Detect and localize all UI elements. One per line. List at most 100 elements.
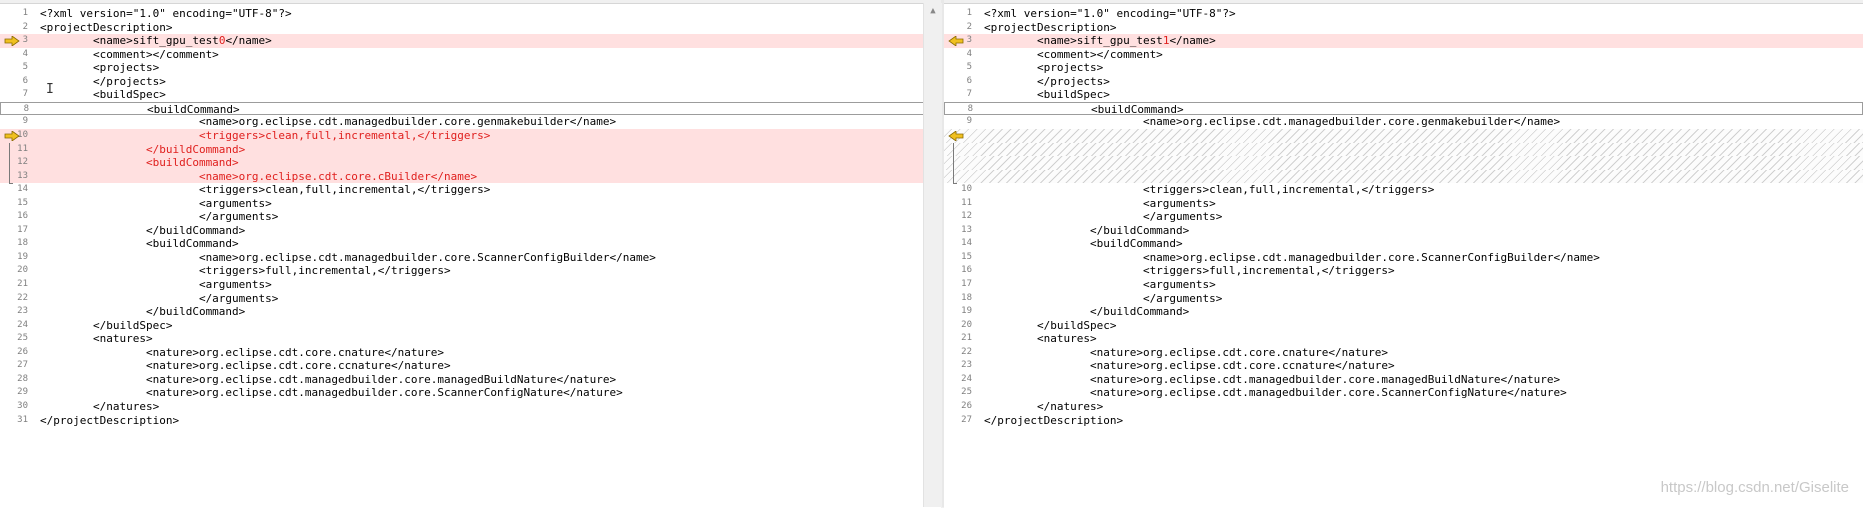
left-compare-pane[interactable]: 1 <?xml version="1.0" encoding="UTF-8"?> 2… — [0, 3, 941, 508]
code-line[interactable]: 24 <nature>org.eclipse.cdt.managedbuilde… — [944, 373, 1863, 387]
code-line[interactable]: 7 <buildSpec> — [0, 88, 941, 102]
code-text[interactable]: <triggers>clean,full,incremental,</trigg… — [984, 183, 1434, 197]
code-text[interactable]: <?xml version="1.0" encoding="UTF-8"?> — [40, 7, 292, 21]
code-line[interactable]: 14 <buildCommand> — [944, 237, 1863, 251]
diff-arrow-icon[interactable] — [4, 130, 20, 141]
code-text[interactable]: <triggers>clean,full,incremental,</trigg… — [40, 129, 490, 143]
code-text[interactable]: <name>org.eclipse.cdt.core.cBuilder</nam… — [40, 170, 477, 184]
code-line[interactable] — [944, 169, 1863, 184]
code-text[interactable]: <nature>org.eclipse.cdt.managedbuilder.c… — [40, 386, 623, 400]
code-line[interactable]: 10 <triggers>clean,full,incremental,</tr… — [0, 128, 941, 143]
code-text[interactable]: <buildCommand> — [40, 237, 239, 251]
code-text[interactable]: <buildSpec> — [40, 88, 166, 102]
code-line[interactable]: 19 <name>org.eclipse.cdt.managedbuilder.… — [0, 251, 941, 265]
code-text[interactable]: </buildSpec> — [984, 319, 1116, 333]
code-text[interactable]: <arguments> — [40, 278, 272, 292]
code-line[interactable]: 17 <arguments> — [944, 278, 1863, 292]
right-compare-pane[interactable]: 1 <?xml version="1.0" encoding="UTF-8"?> 2… — [944, 3, 1863, 508]
code-line[interactable]: 16 <triggers>full,incremental,</triggers… — [944, 264, 1863, 278]
code-text[interactable]: </natures> — [984, 400, 1103, 414]
code-text[interactable]: <nature>org.eclipse.cdt.managedbuilder.c… — [40, 373, 616, 387]
code-line[interactable]: 30 </natures> — [0, 400, 941, 414]
code-line[interactable] — [944, 128, 1863, 143]
code-line[interactable]: 11 <arguments> — [944, 197, 1863, 211]
code-line[interactable]: 1 <?xml version="1.0" encoding="UTF-8"?> — [944, 7, 1863, 21]
code-line[interactable]: 22 <nature>org.eclipse.cdt.core.cnature<… — [944, 346, 1863, 360]
code-text[interactable]: <name>org.eclipse.cdt.managedbuilder.cor… — [40, 251, 656, 265]
code-text[interactable]: <projectDescription> — [40, 21, 172, 35]
code-line[interactable]: 8 <buildCommand> — [944, 101, 1863, 116]
code-line[interactable]: 16 </arguments> — [0, 210, 941, 224]
code-text[interactable]: </projects> — [40, 75, 166, 89]
code-line[interactable]: 18 </arguments> — [944, 292, 1863, 306]
code-line[interactable]: 20 </buildSpec> — [944, 319, 1863, 333]
code-text[interactable]: </arguments> — [40, 292, 278, 306]
code-line[interactable]: 1 <?xml version="1.0" encoding="UTF-8"?> — [0, 7, 941, 21]
code-line[interactable]: 4 <comment></comment> — [0, 48, 941, 62]
code-line[interactable]: 24 </buildSpec> — [0, 319, 941, 333]
scroll-up-icon[interactable]: ▲ — [924, 3, 942, 19]
code-text[interactable]: <?xml version="1.0" encoding="UTF-8"?> — [984, 7, 1236, 21]
code-text[interactable]: <natures> — [984, 332, 1097, 346]
code-line[interactable]: 20 <triggers>full,incremental,</triggers… — [0, 264, 941, 278]
diff-arrow-icon[interactable] — [948, 36, 964, 47]
code-text[interactable]: <triggers>full,incremental,</triggers> — [984, 264, 1395, 278]
code-line[interactable]: 8 <buildCommand> — [0, 101, 941, 117]
code-line[interactable]: 9 <name>org.eclipse.cdt.managedbuilder.c… — [944, 115, 1863, 129]
code-text[interactable]: <arguments> — [984, 278, 1216, 292]
code-text[interactable]: <nature>org.eclipse.cdt.core.ccnature</n… — [984, 359, 1395, 373]
code-text[interactable]: <nature>org.eclipse.cdt.core.cnature</na… — [984, 346, 1388, 360]
code-text[interactable]: </buildCommand> — [40, 305, 245, 319]
code-text[interactable]: <name>sift_gpu_test0</name> — [40, 34, 272, 48]
code-line[interactable]: 23 <nature>org.eclipse.cdt.core.ccnature… — [944, 359, 1863, 373]
code-line[interactable]: 9 <name>org.eclipse.cdt.managedbuilder.c… — [0, 115, 941, 129]
code-line[interactable]: 3 <name>sift_gpu_test0</name> — [0, 34, 941, 48]
code-text[interactable]: <buildSpec> — [984, 88, 1110, 102]
code-text[interactable]: <name>sift_gpu_test1</name> — [984, 34, 1216, 48]
code-text[interactable]: <name>org.eclipse.cdt.managedbuilder.cor… — [40, 115, 616, 129]
code-line[interactable]: 4 <comment></comment> — [944, 48, 1863, 62]
code-text[interactable]: <nature>org.eclipse.cdt.managedbuilder.c… — [984, 373, 1560, 387]
code-text[interactable]: <arguments> — [40, 197, 272, 211]
code-line[interactable]: 5 <projects> — [0, 61, 941, 75]
code-line[interactable]: 26 </natures> — [944, 400, 1863, 414]
code-line[interactable]: 29 <nature>org.eclipse.cdt.managedbuilde… — [0, 386, 941, 400]
code-text[interactable]: <projects> — [984, 61, 1103, 75]
code-line[interactable]: 13 </buildCommand> — [944, 224, 1863, 238]
code-text[interactable]: <projectDescription> — [984, 21, 1116, 35]
code-text[interactable]: <buildCommand> — [40, 156, 239, 170]
code-line[interactable]: 25 <natures> — [0, 332, 941, 346]
code-text[interactable]: <buildCommand> — [984, 237, 1183, 251]
code-text[interactable]: </buildCommand> — [984, 305, 1189, 319]
code-line[interactable]: 12 <buildCommand> — [0, 156, 941, 170]
code-line[interactable]: 27 </projectDescription> — [944, 414, 1863, 428]
code-line[interactable]: 15 <name>org.eclipse.cdt.managedbuilder.… — [944, 251, 1863, 265]
code-line[interactable]: 6 </projects> — [0, 75, 941, 89]
code-text[interactable]: <natures> — [40, 332, 153, 346]
code-text[interactable]: <nature>org.eclipse.cdt.managedbuilder.c… — [984, 386, 1567, 400]
code-line[interactable]: 27 <nature>org.eclipse.cdt.core.ccnature… — [0, 359, 941, 373]
code-text[interactable]: </buildCommand> — [40, 224, 245, 238]
code-line[interactable]: 5 <projects> — [944, 61, 1863, 75]
code-text[interactable]: <nature>org.eclipse.cdt.core.ccnature</n… — [40, 359, 451, 373]
code-text[interactable]: <comment></comment> — [40, 48, 219, 62]
code-line[interactable]: 23 </buildCommand> — [0, 305, 941, 319]
code-text[interactable]: <buildCommand> — [41, 103, 240, 117]
code-line[interactable]: 2 <projectDescription> — [0, 21, 941, 35]
code-line[interactable]: 11 </buildCommand> — [0, 142, 941, 157]
code-text[interactable]: <comment></comment> — [984, 48, 1163, 62]
code-line[interactable]: 28 <nature>org.eclipse.cdt.managedbuilde… — [0, 373, 941, 387]
code-text[interactable]: </arguments> — [984, 292, 1222, 306]
diff-arrow-icon[interactable] — [4, 36, 20, 47]
code-text[interactable]: <nature>org.eclipse.cdt.core.cnature</na… — [40, 346, 444, 360]
code-line[interactable]: 15 <arguments> — [0, 197, 941, 211]
code-text[interactable]: <triggers>full,incremental,</triggers> — [40, 264, 451, 278]
code-line[interactable]: 10 <triggers>clean,full,incremental,</tr… — [944, 183, 1863, 197]
code-line[interactable]: 14 <triggers>clean,full,incremental,</tr… — [0, 183, 941, 197]
code-line[interactable]: 7 <buildSpec> — [944, 88, 1863, 102]
code-line[interactable]: 3 <name>sift_gpu_test1</name> — [944, 34, 1863, 48]
code-text[interactable]: </projects> — [984, 75, 1110, 89]
code-text[interactable]: </projectDescription> — [984, 414, 1123, 428]
left-vertical-scrollbar[interactable]: ▲ — [923, 3, 942, 507]
code-line[interactable]: 21 <arguments> — [0, 278, 941, 292]
